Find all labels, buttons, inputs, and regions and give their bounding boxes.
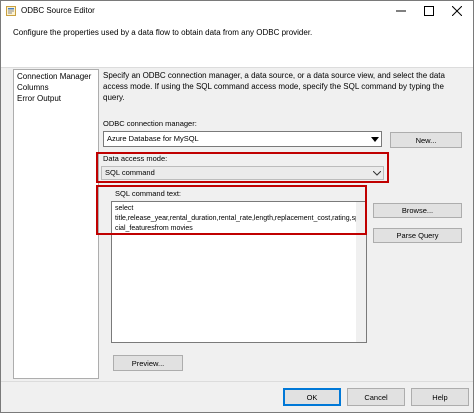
connection-manager-label: ODBC connection manager: [103,119,197,128]
connection-manager-value: Azure Database for MySQL [107,134,199,143]
maximize-icon [424,6,434,16]
window-title: ODBC Source Editor [21,6,95,15]
ok-button[interactable]: OK [283,388,341,406]
dialog-window: ODBC Source Editor Configure the propert… [0,0,474,413]
nav-item-error-output[interactable]: Error Output [17,94,61,103]
new-connection-button[interactable]: New... [390,132,462,148]
nav-item-columns[interactable]: Columns [17,83,49,92]
data-access-mode-select[interactable]: SQL command [101,166,384,180]
dropdown-arrow[interactable] [368,132,381,146]
parse-query-button[interactable]: Parse Query [373,228,462,243]
preview-button[interactable]: Preview... [113,355,183,371]
close-icon [452,6,462,16]
minimize-button[interactable] [387,1,415,21]
minimize-icon [396,10,406,12]
access-mode-dropdown-arrow[interactable] [370,167,383,179]
connection-manager-select[interactable]: Azure Database for MySQL [103,131,382,147]
header-panel: Configure the properties used by a data … [1,21,473,68]
sql-command-label: SQL command text: [115,189,181,198]
navigation-list: Connection Manager Columns Error Output [13,69,99,379]
textarea-scrollbar[interactable] [356,202,366,342]
dialog-description: Configure the properties used by a data … [13,28,313,37]
footer-separator [1,381,473,382]
close-button[interactable] [443,1,471,21]
browse-button[interactable]: Browse... [373,203,462,218]
data-access-mode-value: SQL command [105,168,155,177]
help-button[interactable]: Help [411,388,469,406]
sql-command-textarea[interactable]: select title,release_year,rental_duratio… [111,201,367,343]
chevron-down-icon [372,170,381,176]
odbc-source-icon [6,6,16,16]
title-bar[interactable]: ODBC Source Editor [1,1,473,21]
nav-item-connection-manager[interactable]: Connection Manager [17,72,91,81]
cancel-button[interactable]: Cancel [347,388,405,406]
data-access-mode-label: Data access mode: [103,154,168,163]
chevron-down-icon [370,136,379,142]
maximize-button[interactable] [415,1,443,21]
instructions-text: Specify an ODBC connection manager, a da… [103,71,445,102]
